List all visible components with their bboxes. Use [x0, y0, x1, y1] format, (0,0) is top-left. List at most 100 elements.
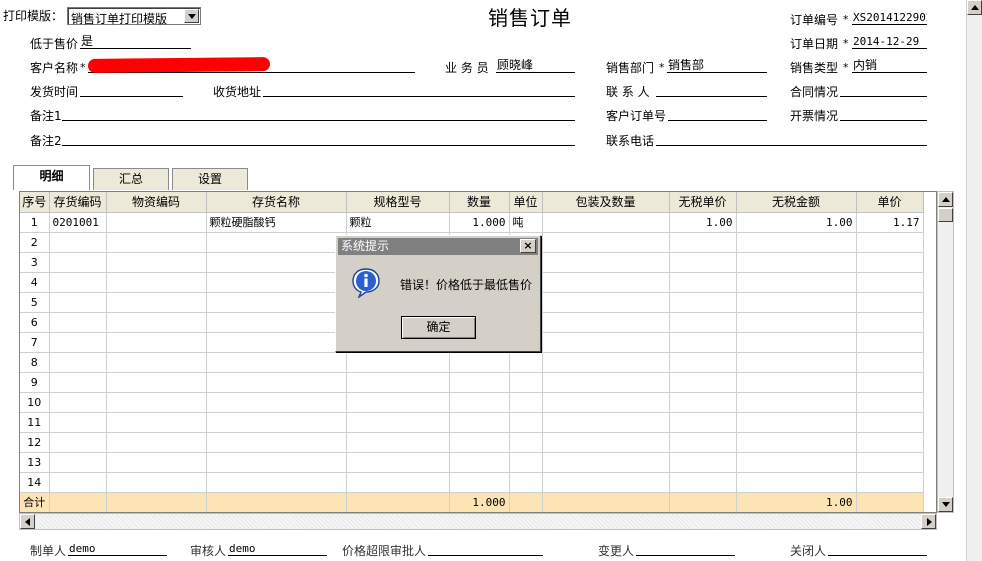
- salesperson-field[interactable]: 顾晓峰: [496, 59, 575, 73]
- closer-field[interactable]: [828, 542, 927, 556]
- grid-cell[interactable]: [542, 452, 670, 473]
- contract-field[interactable]: [840, 83, 927, 97]
- grid-cell[interactable]: [736, 252, 857, 273]
- grid-cell[interactable]: [106, 372, 207, 393]
- grid-cell[interactable]: [206, 292, 347, 313]
- grid-cell[interactable]: [49, 232, 107, 253]
- grid-cell[interactable]: [736, 412, 857, 433]
- grid-cell[interactable]: [106, 292, 207, 313]
- grid-cell[interactable]: [736, 372, 857, 393]
- grid-cell[interactable]: [449, 452, 510, 473]
- grid-cell[interactable]: [669, 372, 737, 393]
- grid-cell[interactable]: [206, 472, 347, 493]
- grid-cell[interactable]: [856, 252, 924, 273]
- grid-cell[interactable]: [736, 432, 857, 453]
- grid-cell[interactable]: [856, 432, 924, 453]
- grid-cell[interactable]: [206, 452, 347, 473]
- changer-field[interactable]: [636, 542, 735, 556]
- grid-cell[interactable]: [49, 292, 107, 313]
- grid-cell[interactable]: [206, 312, 347, 333]
- column-header[interactable]: 无税单价: [669, 192, 737, 213]
- grid-cell[interactable]: [856, 332, 924, 353]
- grid-cell[interactable]: [509, 372, 543, 393]
- grid-cell[interactable]: [542, 412, 670, 433]
- grid-vertical-scrollbar[interactable]: [937, 191, 954, 513]
- grid-cell[interactable]: [509, 412, 543, 433]
- grid-cell[interactable]: [106, 392, 207, 413]
- grid-cell[interactable]: [449, 432, 510, 453]
- grid-cell[interactable]: [736, 392, 857, 413]
- grid-cell[interactable]: [736, 332, 857, 353]
- grid-cell[interactable]: [49, 332, 107, 353]
- grid-cell[interactable]: [346, 432, 450, 453]
- grid-cell[interactable]: [106, 312, 207, 333]
- grid-cell[interactable]: 1.17: [856, 212, 924, 233]
- grid-cell[interactable]: [106, 492, 207, 512]
- grid-cell[interactable]: [49, 312, 107, 333]
- column-header[interactable]: 序号: [20, 192, 50, 213]
- grid-cell[interactable]: [669, 312, 737, 333]
- grid-cell[interactable]: [542, 432, 670, 453]
- grid-cell[interactable]: [49, 492, 107, 512]
- grid-cell[interactable]: [736, 292, 857, 313]
- scroll-up-icon[interactable]: [967, 0, 982, 15]
- ship-addr-field[interactable]: [263, 83, 575, 97]
- grid-cell[interactable]: [449, 472, 510, 493]
- column-header[interactable]: 数量: [449, 192, 510, 213]
- grid-cell[interactable]: [49, 272, 107, 293]
- grid-cell[interactable]: [206, 252, 347, 273]
- grid-cell[interactable]: [206, 332, 347, 353]
- grid-cell[interactable]: [669, 332, 737, 353]
- grid-cell[interactable]: [856, 232, 924, 253]
- table-row[interactable]: 12: [20, 432, 924, 453]
- grid-cell[interactable]: [106, 452, 207, 473]
- grid-cell[interactable]: [669, 412, 737, 433]
- grid-cell[interactable]: [106, 252, 207, 273]
- grid-cell[interactable]: [542, 232, 670, 253]
- grid-cell[interactable]: 颗粒硬脂酸钙: [206, 212, 347, 233]
- grid-cell[interactable]: [206, 432, 347, 453]
- grid-cell[interactable]: [736, 472, 857, 493]
- grid-cell[interactable]: [346, 472, 450, 493]
- scroll-thumb[interactable]: [938, 208, 953, 222]
- grid-cell[interactable]: [49, 252, 107, 273]
- grid-cell[interactable]: [856, 292, 924, 313]
- column-header[interactable]: 无税金额: [736, 192, 857, 213]
- table-row[interactable]: 8: [20, 352, 924, 373]
- table-row[interactable]: 9: [20, 372, 924, 393]
- column-header[interactable]: 物资编码: [106, 192, 207, 213]
- grid-cell[interactable]: [669, 292, 737, 313]
- grid-cell[interactable]: 1.000: [449, 492, 510, 512]
- column-header[interactable]: 单价: [856, 192, 924, 213]
- grid-cell[interactable]: 1.00: [736, 212, 857, 233]
- column-header[interactable]: 存货编码: [49, 192, 107, 213]
- grid-cell[interactable]: [106, 412, 207, 433]
- grid-cell[interactable]: 1.00: [669, 212, 737, 233]
- grid-cell[interactable]: [206, 232, 347, 253]
- table-row[interactable]: 10: [20, 392, 924, 413]
- grid-cell[interactable]: [542, 372, 670, 393]
- grid-cell[interactable]: [346, 372, 450, 393]
- grid-cell[interactable]: [206, 492, 347, 512]
- grid-cell[interactable]: [542, 392, 670, 413]
- remark1-field[interactable]: [62, 107, 575, 121]
- grid-cell[interactable]: [106, 332, 207, 353]
- dialog-titlebar[interactable]: 系统提示 ×: [338, 238, 538, 255]
- invoice-field[interactable]: [840, 107, 927, 121]
- grid-cell[interactable]: [449, 352, 510, 373]
- tab-settings[interactable]: 设置: [172, 168, 248, 190]
- grid-cell[interactable]: [509, 472, 543, 493]
- maker-field[interactable]: demo: [68, 542, 167, 556]
- grid-cell[interactable]: [856, 372, 924, 393]
- grid-cell[interactable]: [106, 432, 207, 453]
- grid-cell[interactable]: [106, 272, 207, 293]
- phone-field[interactable]: [656, 132, 927, 146]
- ok-button[interactable]: 确定: [401, 316, 476, 339]
- contact-field[interactable]: [656, 83, 767, 97]
- grid-cell[interactable]: [736, 232, 857, 253]
- grid-cell[interactable]: [206, 352, 347, 373]
- grid-cell[interactable]: [509, 392, 543, 413]
- ship-time-field[interactable]: [80, 83, 183, 97]
- grid-cell[interactable]: [669, 232, 737, 253]
- auditor-field[interactable]: demo: [228, 542, 327, 556]
